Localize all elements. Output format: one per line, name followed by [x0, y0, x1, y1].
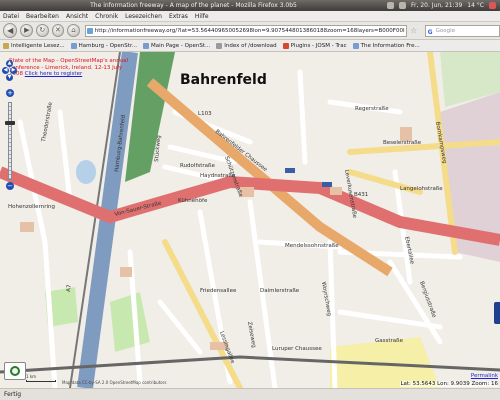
search-placeholder: Google — [435, 27, 456, 34]
reload-button[interactable]: ↻ — [36, 24, 49, 37]
network-icon[interactable] — [387, 2, 395, 9]
josm-icon — [282, 42, 289, 49]
bookmark-item-download[interactable]: Index of /download — [216, 42, 277, 49]
street-label: Theodorstraße — [41, 101, 54, 143]
bookmark-label: The Information Fre... — [360, 42, 420, 49]
register-link[interactable]: Click here to register — [25, 71, 82, 77]
street-label: Stückweg — [154, 135, 162, 162]
bookmark-item-hamburg[interactable]: Hamburg - OpenStr... — [70, 42, 137, 49]
page-icon — [352, 42, 359, 49]
notice-line: State of the Map - OpenStreetMap's annua… — [9, 58, 129, 64]
url-bar[interactable]: http://informationfreeway.org/?lat=53.56… — [84, 24, 407, 37]
street-label: Gasstraße — [375, 338, 404, 344]
street-label: Regerstraße — [355, 106, 389, 112]
street-label: B431 — [354, 192, 368, 198]
zoom-out-button[interactable]: − — [6, 182, 14, 190]
page-icon — [216, 42, 223, 49]
pond — [76, 160, 96, 184]
site-favicon-icon — [86, 27, 93, 34]
park-area — [110, 292, 150, 352]
volume-icon[interactable] — [399, 2, 407, 9]
menu-bar: Datei Bearbeiten Ansicht Chronik Lesezei… — [0, 11, 500, 22]
menu-datei[interactable]: Datei — [3, 13, 19, 20]
url-text: http://informationfreeway.org/?lat=53.56… — [94, 27, 405, 34]
street-label: Rudolfstraße — [180, 163, 215, 169]
menu-lesezeichen[interactable]: Lesezeichen — [125, 13, 162, 20]
map-attribution: Map data CC-by-SA 2.0 OpenStreetMap cont… — [62, 380, 167, 385]
conference-notice: State of the Map - OpenStreetMap's annua… — [9, 58, 134, 78]
place-label: Bahrenfeld — [180, 72, 267, 88]
navigation-toolbar: ◀ ▶ ↻ ✕ ⌂ http://informationfreeway.org/… — [0, 22, 500, 40]
menu-ansicht[interactable]: Ansicht — [66, 13, 88, 20]
pan-down-icon[interactable]: ▼ — [6, 74, 13, 81]
panel-clock[interactable]: Fr, 20. Jun, 21:39 — [411, 2, 462, 9]
status-bar: Fertig — [0, 388, 500, 400]
street-label: L103 — [198, 111, 212, 117]
zoom-in-button[interactable]: + — [6, 89, 14, 97]
back-button[interactable]: ◀ — [3, 23, 18, 38]
search-input[interactable]: G Google — [424, 24, 500, 37]
bookmark-label: Index of /download — [224, 42, 277, 49]
street-label: Luruper Chaussee — [272, 346, 322, 352]
bookmark-label: Plugins - JOSM - Trac — [290, 42, 347, 49]
pan-right-icon[interactable]: ▶ — [10, 67, 17, 74]
road-shield-icon — [285, 168, 295, 173]
street-label: Zeiseweg — [246, 321, 256, 348]
overview-map-button[interactable] — [4, 362, 26, 380]
bookmark-item-main-page[interactable]: Main Page - OpenSt... — [142, 42, 211, 49]
zoom-slider-handle[interactable] — [5, 121, 15, 125]
bookmark-item-smart[interactable]: Intelligente Lesez... — [3, 42, 65, 49]
road-shield-icon — [322, 182, 332, 187]
menu-extras[interactable]: Extras — [169, 13, 188, 20]
street-label: Langelohstraße — [400, 186, 443, 192]
street-label: Beselerstraße — [383, 140, 422, 146]
map-viewport[interactable]: L103 Bahrenfelder Chaussee Von-Sauer-Str… — [0, 52, 500, 388]
stop-button[interactable]: ✕ — [51, 24, 65, 37]
street-label: Hohenzollernring — [8, 204, 55, 210]
zoom-bar[interactable] — [8, 102, 12, 180]
map-tiles[interactable]: L103 Bahrenfelder Chaussee Von-Sauer-Str… — [0, 52, 500, 388]
window-title: The information freeway - A map of the p… — [90, 2, 297, 9]
pan-up-icon[interactable]: ▲ — [6, 60, 13, 67]
page-icon — [70, 42, 77, 49]
bookmarks-toolbar: Intelligente Lesez... Hamburg - OpenStr.… — [0, 40, 500, 52]
bookmark-folder-icon — [3, 42, 9, 49]
google-search-icon: G — [427, 28, 433, 36]
scale-bar — [26, 380, 56, 382]
street-label: A7 — [66, 284, 73, 292]
gnome-top-panel: The information freeway - A map of the p… — [0, 0, 500, 11]
home-button[interactable]: ⌂ — [67, 24, 80, 37]
menu-chronik[interactable]: Chronik — [95, 13, 118, 20]
pan-left-icon[interactable]: ◀ — [2, 67, 9, 74]
coordinate-readout: Lat: 53.5643 Lon: 9.9039 Zoom: 16 — [400, 381, 498, 387]
menu-bearbeiten[interactable]: Bearbeiten — [26, 13, 59, 20]
bookmark-star-icon[interactable]: ☆ — [410, 26, 418, 35]
bookmark-label: Intelligente Lesez... — [11, 42, 65, 49]
menu-hilfe[interactable]: Hilfe — [195, 13, 209, 20]
panel-temperature[interactable]: 14 °C — [467, 2, 484, 9]
scale-label: 1 km — [26, 374, 37, 379]
street-label: Bahrenfelder Chaussee — [214, 129, 269, 174]
street-label: Daimlerstraße — [260, 288, 300, 294]
scale-line: 1 km — [26, 374, 56, 382]
permalink-link[interactable]: Permalink — [471, 373, 498, 379]
bookmark-label: Main Page - OpenSt... — [150, 42, 211, 49]
layer-switcher-button[interactable] — [494, 302, 500, 324]
street-label: Mendelssohnstraße — [285, 243, 339, 249]
forward-button[interactable]: ▶ — [20, 24, 34, 37]
bookmark-item-josm[interactable]: Plugins - JOSM - Trac — [282, 42, 347, 49]
page-icon — [142, 42, 149, 49]
firefox-window: The information freeway - A map of the p… — [0, 0, 500, 400]
bookmark-item-information-freeway[interactable]: The Information Fre... — [352, 42, 420, 49]
status-text: Fertig — [4, 391, 22, 398]
street-label: Friedensallee — [200, 288, 237, 294]
magnifier-icon — [10, 366, 20, 376]
street-label: Kühnehöfe — [178, 198, 208, 204]
bookmark-label: Hamburg - OpenStr... — [78, 42, 137, 49]
power-icon[interactable] — [489, 2, 496, 9]
